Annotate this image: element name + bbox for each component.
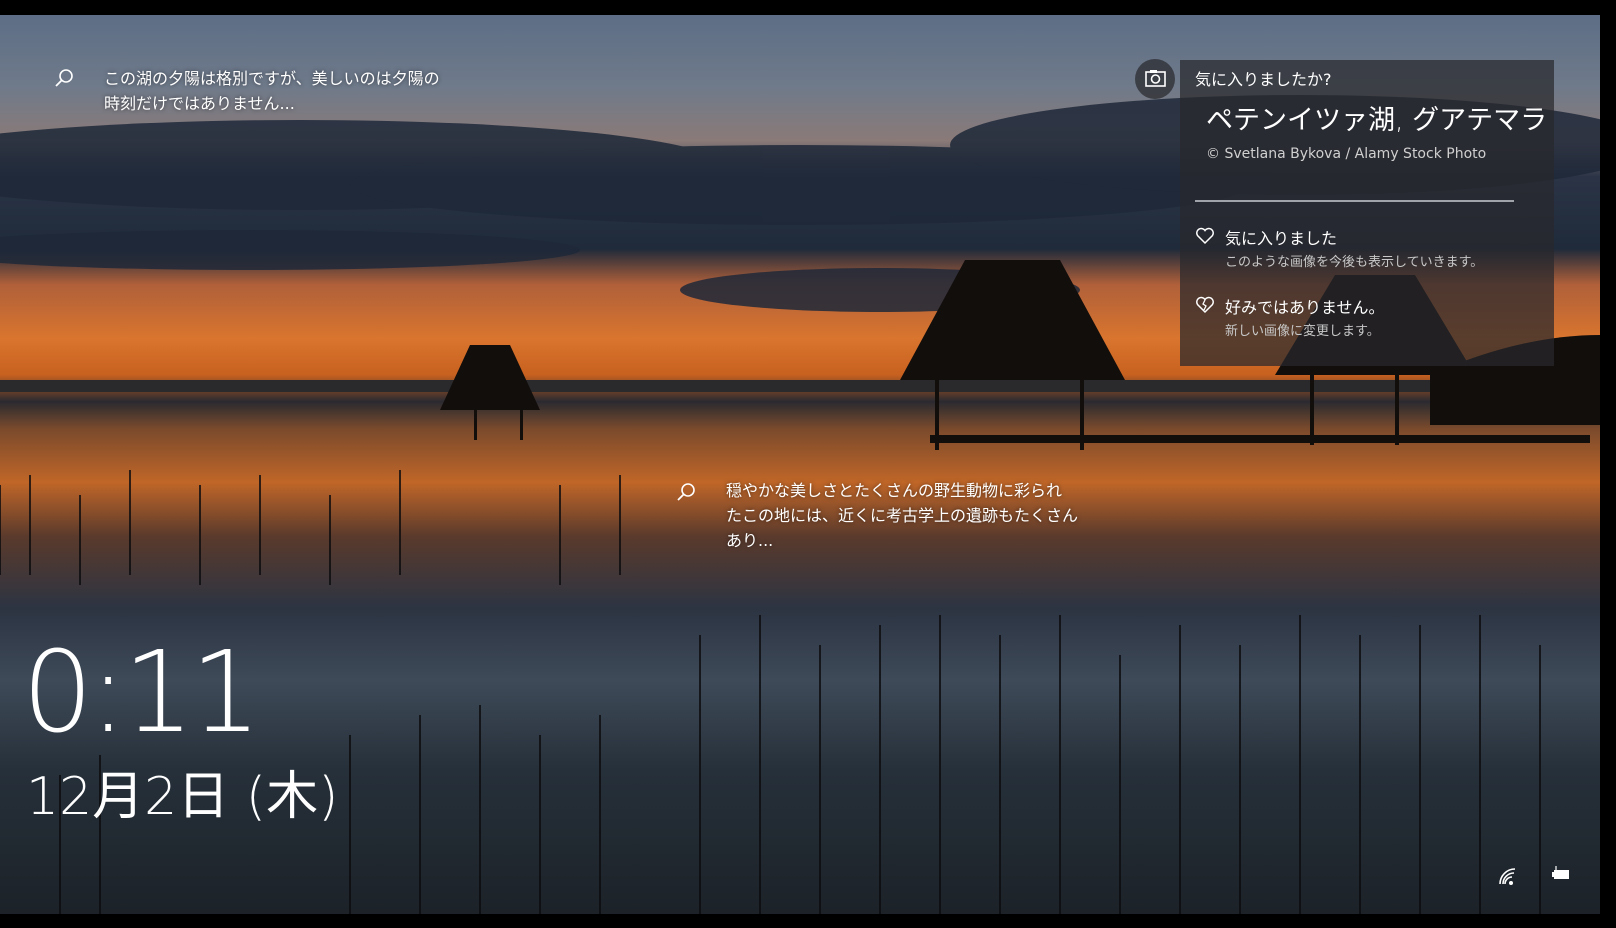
broken-heart-icon — [1196, 296, 1214, 314]
dislike-sub: 新しい画像に変更します。 — [1225, 324, 1380, 339]
battery-icon[interactable] — [1551, 866, 1571, 882]
hotspot-line: 時刻だけではありません... — [104, 94, 295, 113]
search-icon[interactable] — [54, 68, 74, 88]
hotspot-text-1[interactable]: この湖の夕陽は格別ですが、美しいのは夕陽の 時刻だけではありません... — [104, 66, 440, 116]
camera-button[interactable] — [1135, 59, 1175, 99]
clock-time: 0:11 — [22, 628, 262, 758]
search-icon[interactable] — [676, 482, 696, 502]
spotlight-feedback-panel: 気に入りましたか? ペテンイツァ湖, グアテマラ © Svetlana Byko… — [1180, 60, 1554, 366]
heart-icon — [1196, 227, 1214, 245]
image-copyright: © Svetlana Bykova / Alamy Stock Photo — [1206, 146, 1487, 162]
image-title: ペテンイツァ湖, グアテマラ — [1206, 105, 1548, 136]
hotspot-line: 穏やかな美しさとたくさんの野生動物に彩られ — [726, 481, 1063, 500]
panel-question: 気に入りましたか? — [1195, 70, 1332, 89]
hotspot-line: たこの地には、近くに考古学上の遺跡もたくさん — [726, 506, 1079, 525]
dislike-label: 好みではありません。 — [1225, 298, 1385, 317]
hotspot-text-2[interactable]: 穏やかな美しさとたくさんの野生動物に彩られ たこの地には、近くに考古学上の遺跡も… — [726, 478, 1078, 553]
divider — [1195, 200, 1514, 202]
wifi-icon[interactable] — [1497, 866, 1519, 886]
hotspot-line: この湖の夕陽は格別ですが、美しいのは夕陽の — [104, 69, 440, 88]
like-sub: このような画像を今後も表示していきます。 — [1225, 255, 1484, 270]
clock-date: 12月2日 (木) — [26, 767, 339, 827]
like-label: 気に入りました — [1225, 229, 1338, 248]
hotspot-line: あり... — [726, 531, 774, 550]
camera-icon — [1145, 70, 1166, 87]
